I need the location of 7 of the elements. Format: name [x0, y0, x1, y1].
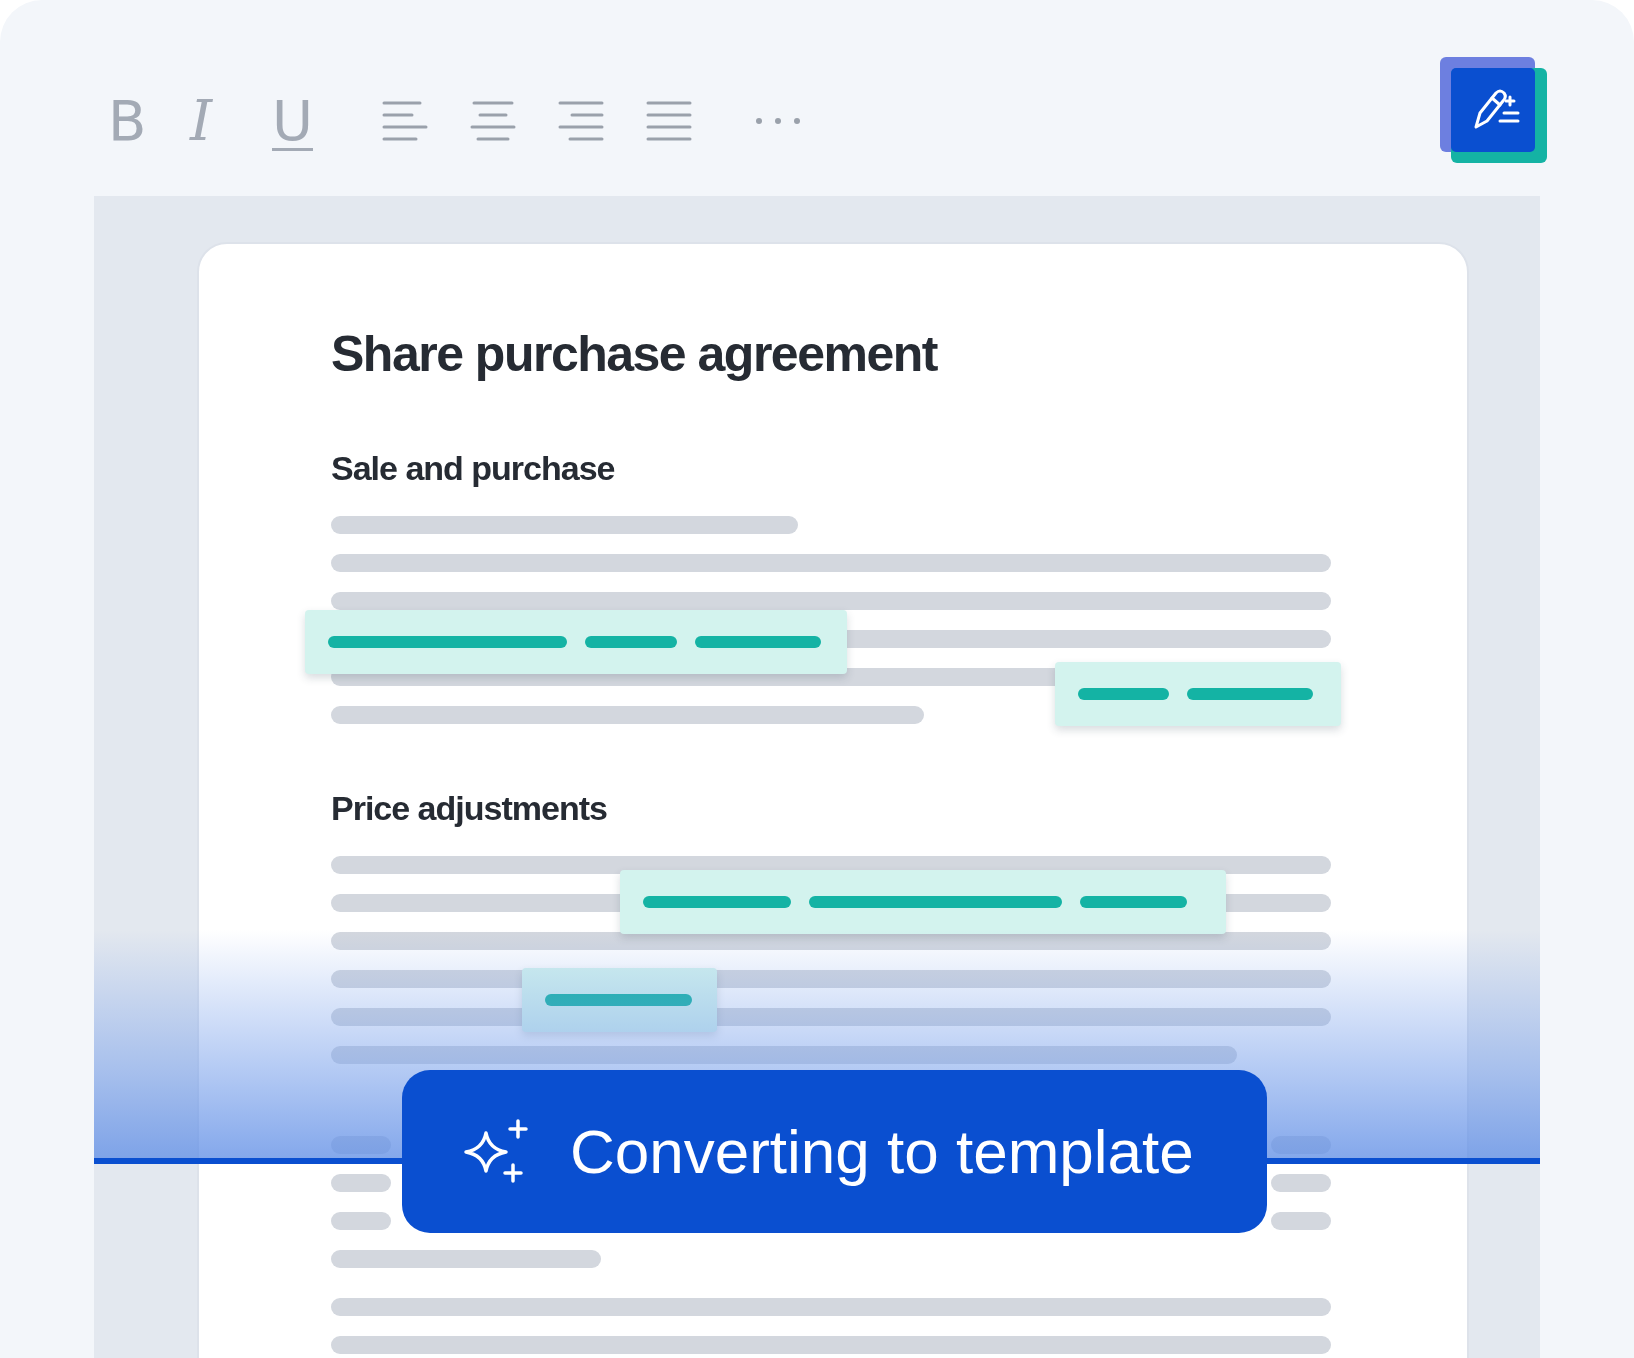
format-button[interactable]: U [272, 86, 354, 156]
section-heading: Sale and purchase [331, 448, 616, 488]
format-button[interactable]: I [190, 86, 272, 156]
format-button[interactable]: B [108, 86, 190, 156]
document-title: Share purchase agreement [331, 325, 939, 384]
section-heading: Price adjustments [331, 788, 608, 828]
status-text: Converting to template [570, 1116, 1194, 1187]
